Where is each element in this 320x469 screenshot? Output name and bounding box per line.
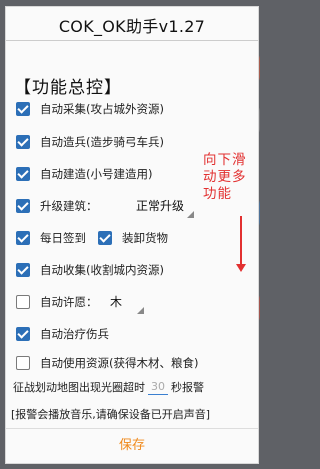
auto-wish-label: 自动许愿： (40, 295, 98, 309)
down-arrow-icon (240, 216, 242, 266)
wish-resource-value: 木 (110, 295, 123, 309)
auto-gather-checkbox[interactable] (16, 102, 30, 116)
title-divider (6, 40, 258, 41)
save-button[interactable]: 保存 (6, 429, 258, 463)
load-cargo-checkbox[interactable] (98, 231, 112, 245)
option-auto-wish[interactable]: 自动许愿： (16, 293, 98, 311)
upgrade-building-checkbox[interactable] (16, 199, 30, 213)
assistant-settings-dialog: COK_OK助手v1.27 【功能总控】 自动采集(攻占城外资源) 自动造兵(造… (5, 6, 259, 464)
section-title: 【功能总控】 (14, 78, 122, 98)
auto-use-resources-label: 自动使用资源(获得木材、粮食) (40, 356, 199, 370)
auto-gather-label: 自动采集(攻占城外资源) (40, 102, 164, 116)
option-auto-heal[interactable]: 自动治疗伤兵 (16, 325, 109, 343)
auto-heal-checkbox[interactable] (16, 327, 30, 341)
auto-train-label: 自动造兵(造步骑弓车兵) (40, 135, 164, 149)
auto-wish-checkbox[interactable] (16, 295, 30, 309)
auto-collect-checkbox[interactable] (16, 263, 30, 277)
auto-collect-label: 自动收集(收割城内资源) (40, 263, 164, 277)
upgrade-mode-dropdown[interactable]: 正常升级 (136, 197, 194, 218)
auto-train-checkbox[interactable] (16, 135, 30, 149)
option-daily-checkin[interactable]: 每日签到 (16, 229, 86, 247)
alert-suffix-text: 秒报警 (171, 381, 204, 394)
daily-checkin-checkbox[interactable] (16, 231, 30, 245)
auto-use-resources-checkbox[interactable] (16, 356, 30, 370)
auto-build-checkbox[interactable] (16, 167, 30, 181)
alert-prefix-text: 征战划动地图出现光圈超时 (13, 381, 145, 394)
option-auto-train[interactable]: 自动造兵(造步骑弓车兵) (16, 133, 164, 151)
alert-timeout-input[interactable]: 30 (148, 380, 168, 395)
option-auto-gather[interactable]: 自动采集(攻占城外资源) (16, 100, 164, 118)
option-auto-use-resources[interactable]: 自动使用资源(获得木材、粮食) (16, 354, 198, 372)
down-arrow-head-icon (236, 264, 246, 272)
load-cargo-label: 装卸货物 (122, 231, 168, 245)
option-load-cargo[interactable]: 装卸货物 (98, 229, 168, 247)
daily-checkin-label: 每日签到 (40, 231, 86, 245)
sound-notice: [报警会播放音乐,请确保设备已开启声音] (11, 408, 211, 421)
dialog-title: COK_OK助手v1.27 (58, 17, 206, 36)
option-upgrade-building[interactable]: 升级建筑： (16, 197, 98, 215)
alert-timeout-row: 征战划动地图出现光圈超时 30 秒报警 (13, 379, 204, 395)
option-auto-build[interactable]: 自动建造(小号建造用) (16, 165, 152, 183)
dropdown-triangle-icon (137, 307, 144, 314)
upgrade-mode-value: 正常升级 (136, 199, 185, 213)
scroll-hint-annotation: 向下滑动更多功能 (203, 152, 247, 202)
upgrade-building-label: 升级建筑： (40, 199, 98, 213)
option-auto-collect[interactable]: 自动收集(收割城内资源) (16, 261, 164, 279)
auto-build-label: 自动建造(小号建造用) (40, 167, 153, 181)
wish-resource-dropdown[interactable]: 木 (110, 293, 144, 314)
auto-heal-label: 自动治疗伤兵 (40, 327, 109, 341)
dropdown-triangle-icon (187, 211, 194, 218)
